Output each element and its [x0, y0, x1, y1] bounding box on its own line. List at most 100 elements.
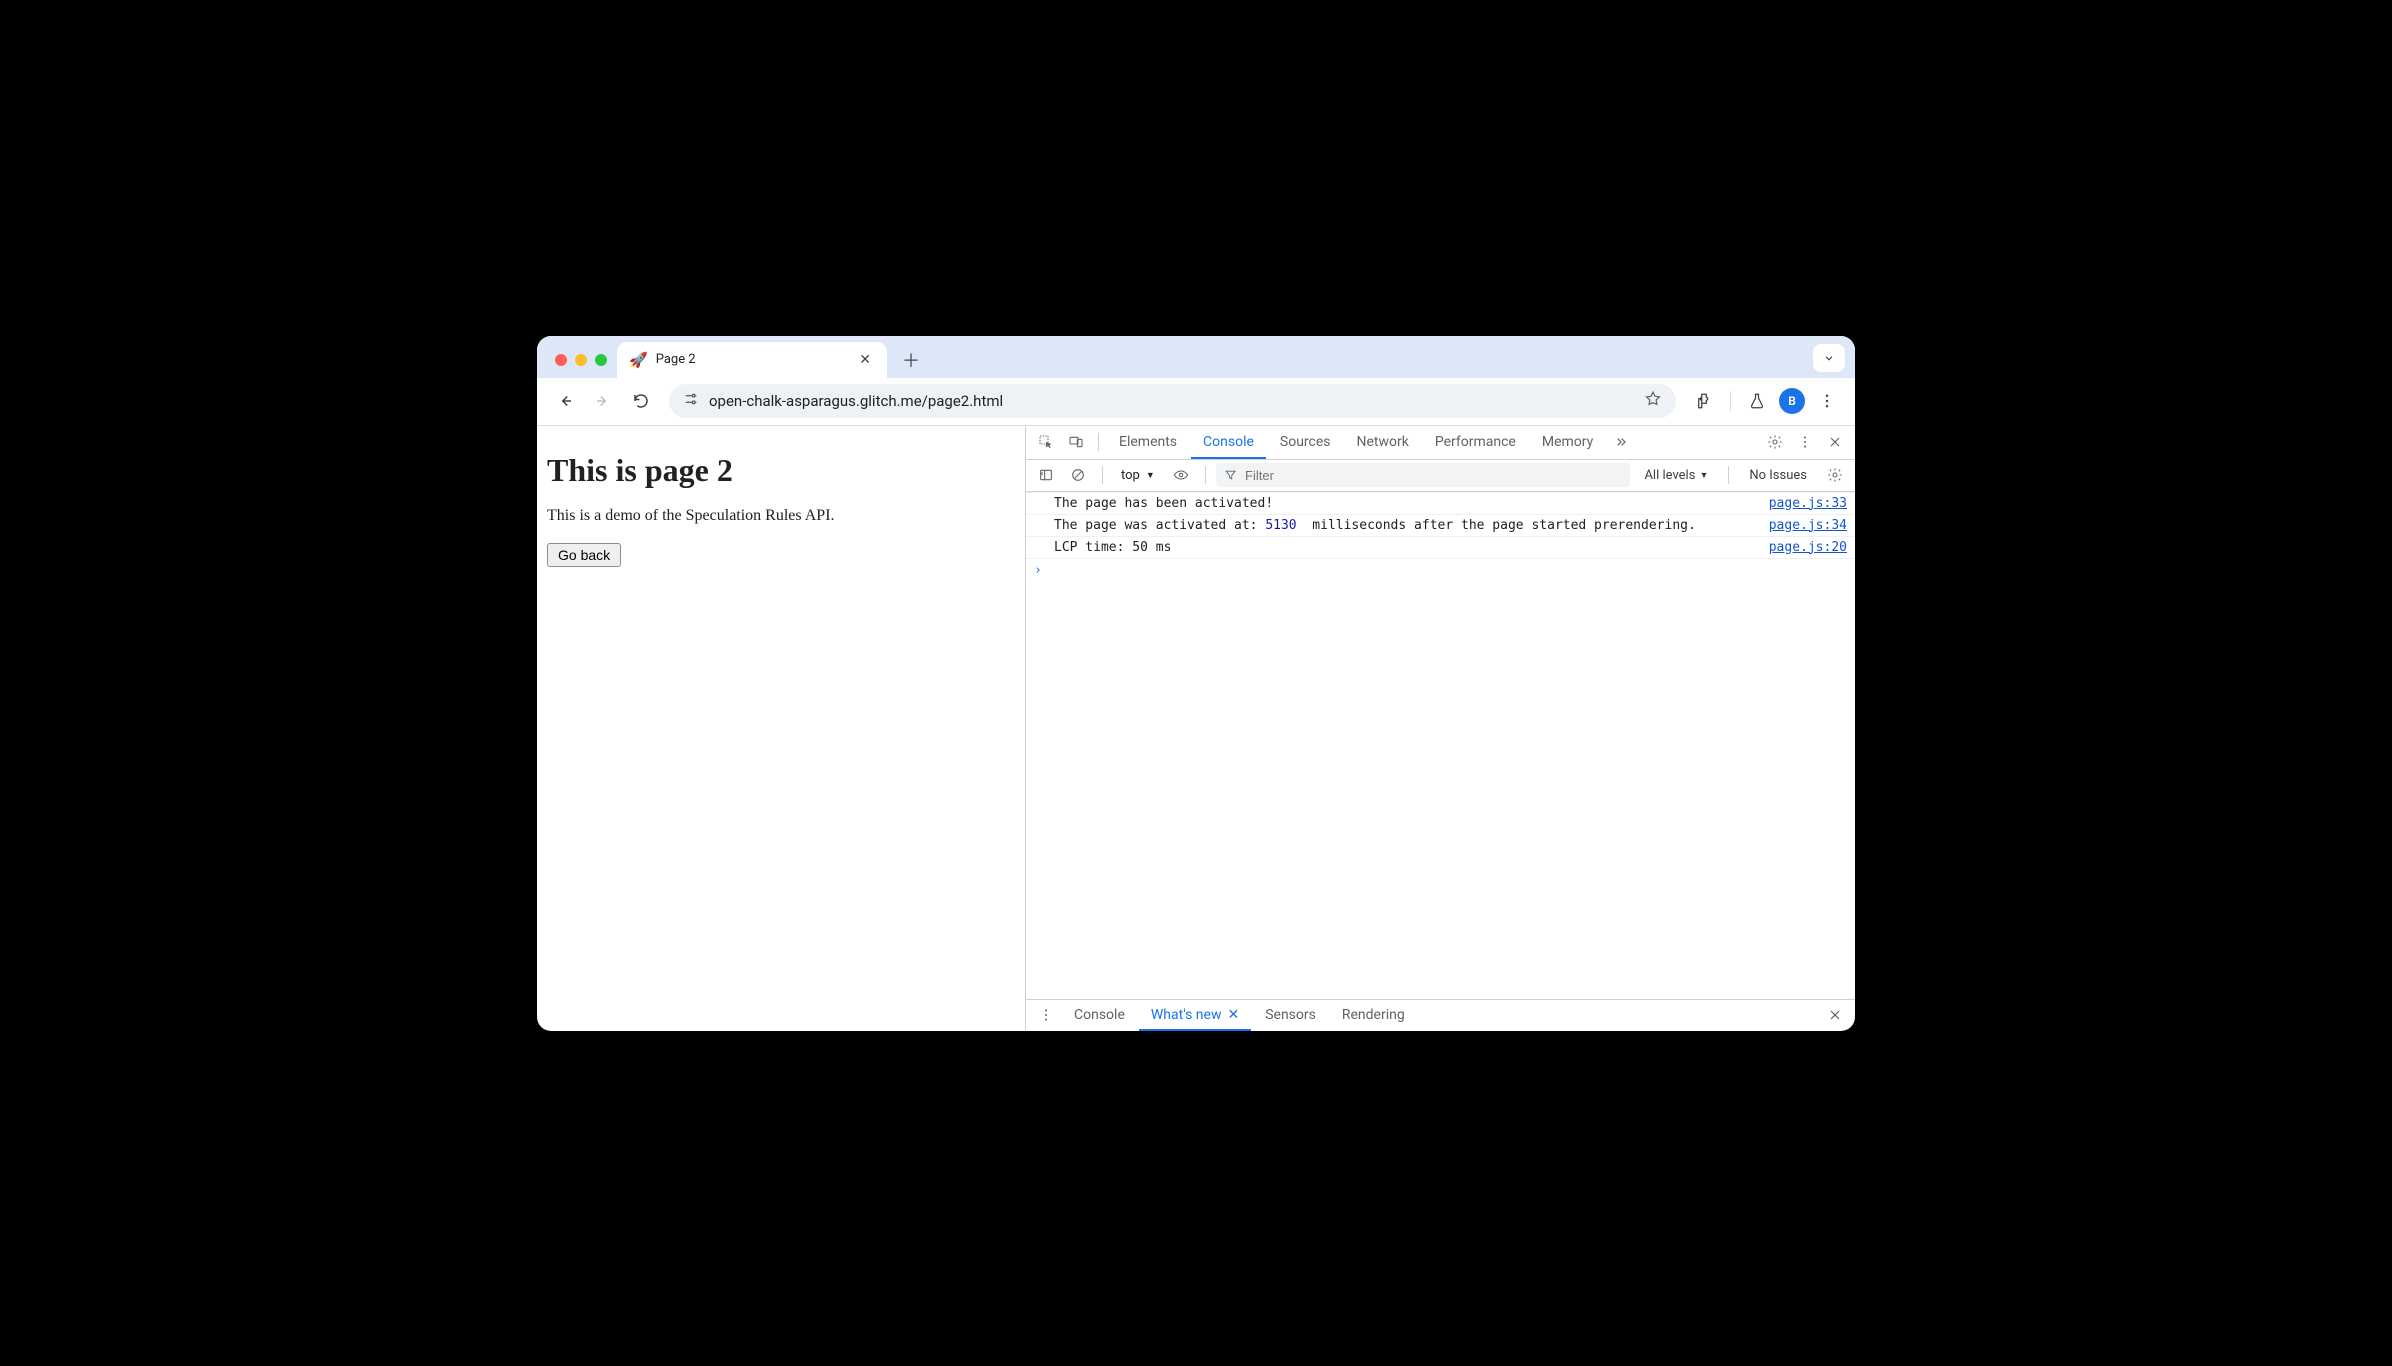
tab-network[interactable]: Network: [1345, 425, 1421, 459]
log-source-link[interactable]: page.js:33: [1757, 496, 1847, 511]
clear-console-button[interactable]: [1064, 461, 1092, 489]
reload-button[interactable]: [625, 385, 657, 417]
page-paragraph: This is a demo of the Speculation Rules …: [547, 507, 1015, 525]
tab-console[interactable]: Console: [1191, 425, 1266, 459]
reload-icon: [632, 392, 650, 410]
drawer-tab-whatsnew[interactable]: What's new ✕: [1139, 999, 1251, 1031]
divider: [1205, 466, 1206, 484]
tab-strip: 🚀 Page 2 ✕ ＋: [537, 336, 1855, 378]
drawer-menu-button[interactable]: [1032, 1001, 1060, 1029]
url-text: open-chalk-asparagus.glitch.me/page2.htm…: [709, 392, 1634, 410]
tab-title: Page 2: [656, 352, 848, 367]
levels-label: All levels: [1644, 468, 1695, 483]
tab-favicon: 🚀: [629, 351, 648, 369]
window-close-button[interactable]: [555, 354, 567, 366]
drawer-tab-console[interactable]: Console: [1062, 999, 1137, 1031]
arrow-right-icon: [594, 392, 612, 410]
content-split: This is page 2 This is a demo of the Spe…: [537, 426, 1855, 1031]
more-tabs-button[interactable]: [1607, 428, 1635, 456]
triangle-down-icon: ▼: [1699, 470, 1708, 481]
drawer-tab-close-button[interactable]: ✕: [1227, 1007, 1239, 1023]
profile-initial: B: [1788, 394, 1796, 408]
bookmark-button[interactable]: [1644, 390, 1662, 412]
filter-input[interactable]: [1245, 468, 1622, 483]
devtools-close-button[interactable]: [1821, 428, 1849, 456]
browser-window: 🚀 Page 2 ✕ ＋ open-chalk-asparagus.glitch…: [537, 336, 1855, 1031]
browser-menu-button[interactable]: [1811, 385, 1843, 417]
inspect-element-button[interactable]: [1032, 428, 1060, 456]
arrow-left-icon: [556, 392, 574, 410]
context-label: top: [1121, 468, 1140, 483]
dots-vertical-icon: [1818, 392, 1836, 410]
log-row: The page has been activated! page.js:33: [1026, 492, 1855, 515]
puzzle-icon: [1695, 392, 1713, 410]
tab-sources[interactable]: Sources: [1268, 425, 1343, 459]
dots-vertical-icon: [1038, 1007, 1054, 1023]
devtools-menu-button[interactable]: [1791, 428, 1819, 456]
eye-icon: [1173, 467, 1189, 483]
console-filter[interactable]: [1216, 463, 1631, 487]
divider: [1102, 466, 1103, 484]
forward-button[interactable]: [587, 385, 619, 417]
log-message: The page was activated at: 5130 millisec…: [1054, 518, 1757, 533]
window-minimize-button[interactable]: [575, 354, 587, 366]
log-row: LCP time: 50 ms page.js:20: [1026, 537, 1855, 559]
profile-button[interactable]: B: [1779, 388, 1805, 414]
drawer-close-button[interactable]: [1821, 1001, 1849, 1029]
drawer-tab-rendering[interactable]: Rendering: [1330, 999, 1417, 1031]
tab-memory[interactable]: Memory: [1530, 425, 1605, 459]
divider: [1728, 466, 1729, 484]
divider: [1730, 391, 1731, 411]
window-maximize-button[interactable]: [595, 354, 607, 366]
devtools-settings-button[interactable]: [1761, 428, 1789, 456]
page-content: This is page 2 This is a demo of the Spe…: [537, 426, 1025, 1031]
console-settings-button[interactable]: [1821, 461, 1849, 489]
tabs-dropdown-button[interactable]: [1813, 344, 1845, 372]
close-icon: [1827, 434, 1843, 450]
drawer-tab-sensors[interactable]: Sensors: [1253, 999, 1328, 1031]
go-back-button[interactable]: Go back: [547, 543, 621, 567]
device-toolbar-button[interactable]: [1062, 428, 1090, 456]
tab-elements[interactable]: Elements: [1107, 425, 1189, 459]
gear-icon: [1827, 467, 1843, 483]
tab-close-button[interactable]: ✕: [855, 350, 875, 370]
chevrons-right-icon: [1613, 434, 1629, 450]
extensions-button[interactable]: [1688, 385, 1720, 417]
log-row: The page was activated at: 5130 millisec…: [1026, 515, 1855, 537]
console-prompt[interactable]: ›: [1026, 559, 1855, 582]
devices-icon: [1068, 434, 1084, 450]
drawer-tab-label: What's new: [1151, 1007, 1222, 1023]
star-icon: [1644, 390, 1662, 408]
window-controls: [549, 354, 617, 378]
back-button[interactable]: [549, 385, 581, 417]
dots-vertical-icon: [1797, 434, 1813, 450]
address-bar[interactable]: open-chalk-asparagus.glitch.me/page2.htm…: [669, 384, 1676, 418]
flask-icon: [1748, 392, 1766, 410]
log-source-link[interactable]: page.js:20: [1757, 540, 1847, 555]
log-levels-selector[interactable]: All levels ▼: [1634, 468, 1718, 483]
browser-tab[interactable]: 🚀 Page 2 ✕: [617, 342, 887, 378]
site-settings-icon[interactable]: [683, 391, 699, 411]
chevron-down-icon: [1822, 351, 1836, 365]
tab-performance[interactable]: Performance: [1423, 425, 1528, 459]
devtools-panel: Elements Console Sources Network Perform…: [1025, 426, 1855, 1031]
console-filterbar: top ▼ All levels ▼ No Issues: [1026, 460, 1855, 492]
devtools-drawer: Console What's new ✕ Sensors Rendering: [1026, 999, 1855, 1031]
labs-button[interactable]: [1741, 385, 1773, 417]
log-message: LCP time: 50 ms: [1054, 540, 1757, 555]
new-tab-button[interactable]: ＋: [895, 344, 927, 376]
browser-toolbar: open-chalk-asparagus.glitch.me/page2.htm…: [537, 378, 1855, 426]
sidebar-icon: [1038, 467, 1054, 483]
divider: [1098, 433, 1099, 451]
page-heading: This is page 2: [547, 452, 1015, 489]
execution-context-selector[interactable]: top ▼: [1113, 463, 1163, 487]
filter-icon: [1224, 468, 1237, 482]
devtools-tabbar: Elements Console Sources Network Perform…: [1026, 426, 1855, 460]
log-message: The page has been activated!: [1054, 496, 1757, 511]
log-source-link[interactable]: page.js:34: [1757, 518, 1847, 533]
issues-counter[interactable]: No Issues: [1739, 468, 1817, 483]
console-sidebar-toggle[interactable]: [1032, 461, 1060, 489]
live-expression-button[interactable]: [1167, 461, 1195, 489]
gear-icon: [1767, 434, 1783, 450]
clear-icon: [1070, 467, 1086, 483]
